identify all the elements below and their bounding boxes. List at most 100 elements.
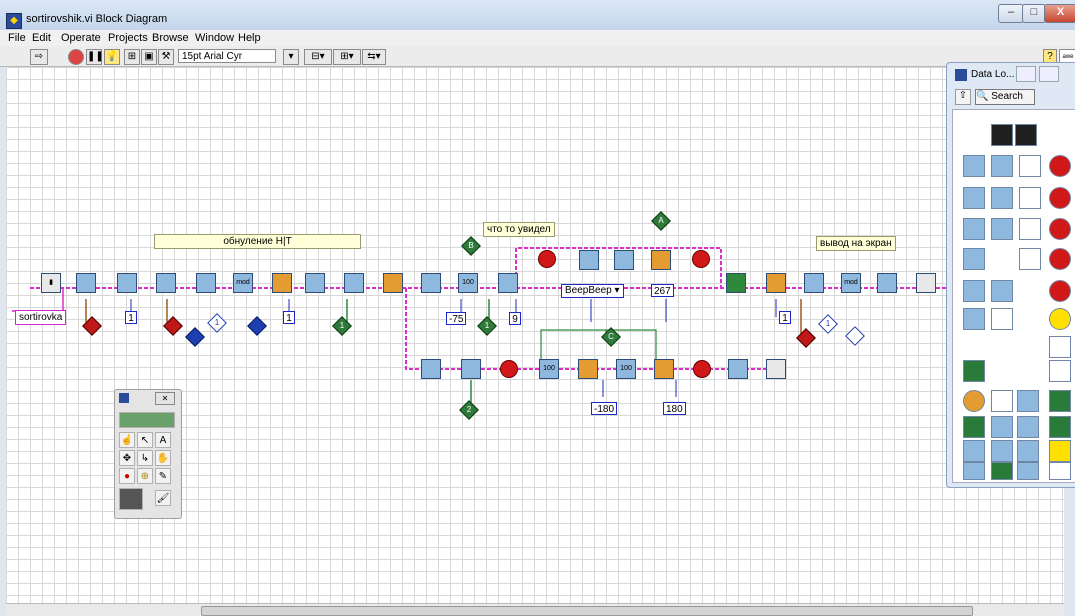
palette-play-icon[interactable] [1049, 462, 1071, 480]
compare-block[interactable] [461, 359, 481, 379]
switch-end-block[interactable] [726, 273, 746, 293]
font-dropdown-arrow-icon[interactable]: ▾ [283, 49, 299, 65]
loop-start-block[interactable] [421, 273, 441, 293]
palette-battery-icon[interactable] [991, 462, 1013, 480]
sensor-block[interactable] [498, 273, 518, 293]
menu-window[interactable]: Window [195, 32, 234, 44]
palette-file-icon[interactable] [1017, 416, 1039, 438]
horizontal-scrollbar[interactable] [6, 603, 1064, 616]
menu-operate[interactable]: Operate [61, 32, 101, 44]
motor-reset-block[interactable] [76, 273, 96, 293]
palette-loop-icon[interactable] [991, 390, 1013, 412]
palette-up-button[interactable]: ⇧ [955, 89, 971, 105]
menu-help[interactable]: Help [238, 32, 261, 44]
motor-reset-block-3[interactable] [804, 273, 824, 293]
pause-icon[interactable]: ❚❚ [86, 49, 104, 65]
palette-bluetooth-icon[interactable] [991, 440, 1013, 462]
palette-stop-icon-3[interactable] [1049, 218, 1071, 240]
traffic-light-block-2[interactable] [766, 359, 786, 379]
rotate-block-2[interactable] [578, 359, 598, 379]
palette-rotate-icon-4[interactable] [1019, 248, 1041, 270]
move-block-4[interactable]: 100 [616, 359, 636, 379]
palette-move-icon-4[interactable] [991, 187, 1013, 209]
palette-graph-icon[interactable] [1049, 360, 1071, 382]
motor-reset-block-2[interactable] [156, 273, 176, 293]
palette-minimize-button[interactable] [1016, 66, 1036, 82]
rotate-block-3[interactable] [654, 359, 674, 379]
constant-267[interactable]: 267 [651, 284, 674, 297]
palette-move-icon-3[interactable] [963, 187, 985, 209]
menu-browse[interactable]: Browse [152, 32, 189, 44]
menu-edit[interactable]: Edit [32, 32, 51, 44]
reorder-icon[interactable]: ⇆▾ [362, 49, 386, 65]
palette-restore-button[interactable] [1039, 66, 1059, 82]
number-block[interactable] [344, 273, 364, 293]
math-mod-block-2[interactable]: mod [841, 273, 861, 293]
loop-end-block[interactable] [305, 273, 325, 293]
breakpoint-tool-icon[interactable]: ● [119, 468, 135, 484]
cleanup-icon[interactable]: ⚒ [158, 49, 174, 65]
probe-tool-icon[interactable]: ⊕ [137, 468, 153, 484]
menu-projects[interactable]: Projects [108, 32, 148, 44]
palette-line-icon[interactable] [963, 440, 985, 462]
file-block[interactable] [117, 273, 137, 293]
constant-1-b[interactable]: 1 [283, 311, 295, 324]
rotate-block[interactable] [651, 250, 671, 270]
nxt-start-block[interactable]: ▮ [41, 273, 61, 293]
scroll-tool-icon[interactable]: ✋ [155, 450, 171, 466]
constant-1-c[interactable]: 1 [779, 311, 791, 324]
menu-file[interactable]: File [8, 32, 26, 44]
color-copy-tool-icon[interactable]: ✎ [155, 468, 171, 484]
switch-block[interactable] [383, 273, 403, 293]
palette-move-icon-8[interactable] [991, 280, 1013, 302]
step-icon[interactable]: ▣ [141, 49, 157, 65]
stop-icon-a[interactable] [692, 250, 710, 268]
position-tool-icon[interactable]: ↖ [137, 432, 153, 448]
color-tool-icon[interactable] [119, 488, 143, 510]
constant-1-a[interactable]: 1 [125, 311, 137, 324]
palette-move-icon[interactable] [963, 155, 985, 177]
align-objects-icon[interactable]: ⊟▾ [304, 49, 332, 65]
timer-block-2[interactable] [766, 273, 786, 293]
abort-icon[interactable] [68, 49, 84, 65]
math-mod-block[interactable]: mod [233, 273, 253, 293]
palette-stop-icon-5[interactable] [1049, 280, 1071, 302]
palette-move-icon-6[interactable] [991, 218, 1013, 240]
highlight-icon[interactable]: 💡 [104, 49, 120, 65]
palette-stop-icon[interactable] [1049, 155, 1071, 177]
block-diagram-canvas[interactable]: обнуление Н|Т что то увидел вывод на экр… [6, 67, 1064, 603]
traffic-light-block[interactable] [916, 273, 936, 293]
distribute-objects-icon[interactable]: ⊞▾ [333, 49, 361, 65]
constant-minus75[interactable]: -75 [446, 312, 467, 325]
text-tool-icon[interactable]: A [155, 432, 171, 448]
run-arrow-icon[interactable]: ⇨ [30, 49, 48, 65]
wire-tool-icon[interactable]: ✥ [119, 450, 135, 466]
palette-rotate-icon[interactable] [1019, 155, 1041, 177]
stop-icon-bottom[interactable] [693, 360, 711, 378]
constant-minus180[interactable]: -180 [591, 402, 618, 415]
auto-tool-icon[interactable] [119, 412, 175, 428]
constant-180[interactable]: 180 [663, 402, 686, 415]
variable-block[interactable] [196, 273, 216, 293]
palette-move-icon-7[interactable] [963, 280, 985, 302]
close-button[interactable]: X [1044, 4, 1075, 23]
palette-rotate-icon-3[interactable] [1019, 218, 1041, 240]
constant-9[interactable]: 9 [509, 312, 521, 325]
palette-help-icon[interactable] [963, 390, 985, 412]
operate-tool-icon[interactable]: ☝ [119, 432, 135, 448]
palette-sound-icon[interactable] [991, 308, 1013, 330]
retain-icon[interactable]: ⊞ [124, 49, 140, 65]
maximize-button[interactable]: □ [1022, 4, 1046, 23]
timer-block[interactable] [272, 273, 292, 293]
brush-tool-icon[interactable]: 🖌 [155, 490, 171, 506]
palette-piano-icon[interactable] [1017, 390, 1039, 412]
palette-bookmark-icon[interactable] [1049, 416, 1071, 438]
palette-move-icon-2[interactable] [991, 155, 1013, 177]
palette-sensor-icon[interactable] [963, 308, 985, 330]
palette-traffic-light-icon[interactable] [991, 124, 1013, 146]
font-select[interactable]: 15pt Arial Cyr [178, 49, 276, 63]
stop-icon-abs[interactable] [500, 360, 518, 378]
palette-stop-icon-2[interactable] [1049, 187, 1071, 209]
loop-end-block-2[interactable] [877, 273, 897, 293]
sound-block[interactable] [579, 250, 599, 270]
